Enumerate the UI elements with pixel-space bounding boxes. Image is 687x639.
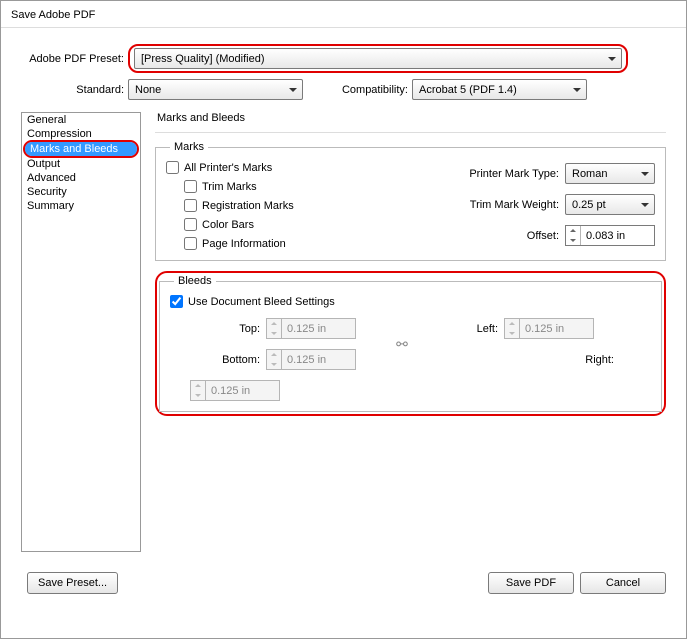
sidebar-selection-highlight: Marks and Bleeds (23, 140, 139, 158)
printer-mark-type-dropdown[interactable]: Roman (565, 163, 655, 184)
compatibility-value: Acrobat 5 (PDF 1.4) (419, 84, 517, 96)
trim-marks-checkbox[interactable]: Trim Marks (184, 180, 294, 193)
bleed-bottom-label: Bottom: (190, 354, 260, 366)
standard-value: None (135, 84, 161, 96)
compatibility-label: Compatibility: (323, 84, 408, 96)
color-bars-label: Color Bars (202, 219, 254, 231)
compatibility-dropdown[interactable]: Acrobat 5 (PDF 1.4) (412, 79, 587, 100)
standard-label: Standard: (21, 84, 124, 96)
trim-mark-weight-value: 0.25 pt (572, 199, 606, 211)
marks-fieldset: Marks All Printer's Marks Trim Marks (155, 141, 666, 261)
panel-title: Marks and Bleeds (155, 112, 666, 124)
trim-marks-input[interactable] (184, 180, 197, 193)
page-information-label: Page Information (202, 238, 286, 250)
sidebar-item-compression[interactable]: Compression (22, 127, 140, 141)
use-document-bleed-input[interactable] (170, 295, 183, 308)
bleed-right-stepper: 0.125 in (190, 380, 280, 401)
registration-marks-checkbox[interactable]: Registration Marks (184, 199, 294, 212)
trim-mark-weight-label: Trim Mark Weight: (444, 199, 559, 211)
bleeds-highlight: Bleeds Use Document Bleed Settings Top: … (155, 271, 666, 416)
standard-dropdown[interactable]: None (128, 79, 303, 100)
preset-value: [Press Quality] (Modified) (141, 53, 264, 65)
color-bars-input[interactable] (184, 218, 197, 231)
color-bars-checkbox[interactable]: Color Bars (184, 218, 294, 231)
marks-legend: Marks (170, 141, 208, 153)
bleed-left-stepper: 0.125 in (504, 318, 594, 339)
preset-dropdown[interactable]: [Press Quality] (Modified) (134, 48, 622, 69)
bleed-top-stepper: 0.125 in (266, 318, 356, 339)
bleed-right-label: Right: (504, 354, 614, 366)
link-icon[interactable]: ⚯ (396, 336, 408, 353)
use-document-bleed-label: Use Document Bleed Settings (188, 296, 335, 308)
save-pdf-button[interactable]: Save PDF (488, 572, 574, 594)
registration-marks-input[interactable] (184, 199, 197, 212)
bleed-top-label: Top: (190, 323, 260, 335)
bleed-right-value: 0.125 in (206, 385, 250, 397)
save-preset-button[interactable]: Save Preset... (27, 572, 118, 594)
bleed-left-label: Left: (428, 323, 498, 335)
preset-highlight: [Press Quality] (Modified) (128, 44, 628, 73)
bleed-bottom-value: 0.125 in (282, 354, 326, 366)
bleed-bottom-stepper: 0.125 in (266, 349, 356, 370)
bleed-top-value: 0.125 in (282, 323, 326, 335)
sidebar-item-output[interactable]: Output (22, 157, 140, 171)
page-information-input[interactable] (184, 237, 197, 250)
sidebar-item-summary[interactable]: Summary (22, 199, 140, 213)
printer-mark-type-value: Roman (572, 168, 607, 180)
printer-mark-type-label: Printer Mark Type: (444, 168, 559, 180)
preset-label: Adobe PDF Preset: (21, 53, 124, 65)
bleed-left-value: 0.125 in (520, 323, 564, 335)
sidebar-item-security[interactable]: Security (22, 185, 140, 199)
offset-label: Offset: (444, 230, 559, 242)
save-pdf-dialog: Save Adobe PDF Adobe PDF Preset: [Press … (0, 0, 687, 639)
bleeds-fieldset: Bleeds Use Document Bleed Settings Top: … (159, 275, 662, 412)
cancel-button[interactable]: Cancel (580, 572, 666, 594)
trim-mark-weight-dropdown[interactable]: 0.25 pt (565, 194, 655, 215)
bleeds-legend: Bleeds (174, 275, 216, 287)
page-information-checkbox[interactable]: Page Information (184, 237, 294, 250)
all-printers-marks-label: All Printer's Marks (184, 162, 272, 174)
offset-stepper[interactable]: 0.083 in (565, 225, 655, 246)
divider (155, 132, 666, 133)
sidebar-item-general[interactable]: General (22, 113, 140, 127)
category-sidebar[interactable]: General Compression Marks and Bleeds Out… (21, 112, 141, 552)
use-document-bleed-checkbox[interactable]: Use Document Bleed Settings (170, 295, 651, 308)
sidebar-item-advanced[interactable]: Advanced (22, 171, 140, 185)
main-panel: Marks and Bleeds Marks All Printer's Mar… (155, 112, 666, 552)
sidebar-item-marks-and-bleeds[interactable]: Marks and Bleeds (25, 142, 137, 156)
registration-marks-label: Registration Marks (202, 200, 294, 212)
window-title: Save Adobe PDF (1, 1, 686, 28)
trim-marks-label: Trim Marks (202, 181, 257, 193)
all-printers-marks-checkbox[interactable]: All Printer's Marks (166, 161, 294, 174)
all-printers-marks-input[interactable] (166, 161, 179, 174)
offset-value: 0.083 in (581, 230, 625, 242)
